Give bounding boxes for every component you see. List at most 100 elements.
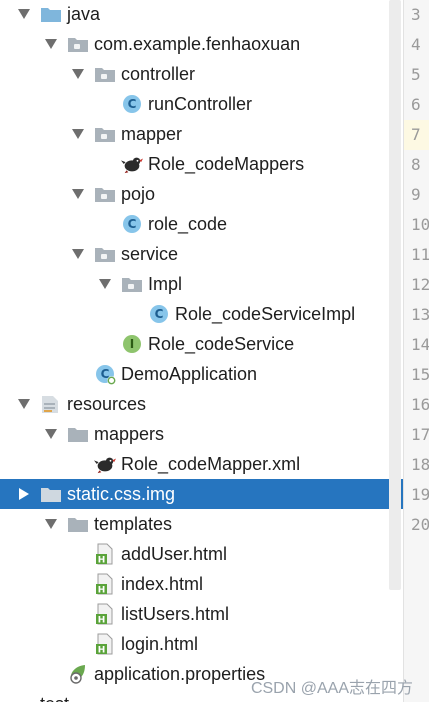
tree-row[interactable]: I Role_codeService: [0, 329, 403, 359]
tree-item-label: Role_codeMappers: [148, 154, 305, 174]
watermark: CSDN @AAA志在四方: [250, 680, 413, 697]
tree-row[interactable]: Crole_code: [0, 209, 403, 239]
tree-row[interactable]: C Role_codeServiceImpl: [0, 299, 403, 329]
tree-row[interactable]: com.example.fenhaoxuan: [0, 29, 403, 59]
folder-gray-icon: [67, 423, 89, 445]
tree-item-label: service: [121, 244, 179, 264]
package-icon: [94, 123, 116, 145]
tree-item-label: Role_codeServiceImpl: [175, 304, 356, 324]
expand-arrow-icon[interactable]: [71, 239, 85, 269]
expand-arrow-icon[interactable]: [44, 419, 58, 449]
line-number: 14: [411, 335, 429, 354]
tree-item-label: Impl: [148, 274, 183, 294]
tree-row[interactable]: java: [0, 0, 403, 29]
line-number: 7: [404, 120, 429, 150]
html-file-icon: H: [94, 603, 116, 625]
tree-item-label: mapper: [121, 124, 183, 144]
tree-item-label: java: [67, 4, 101, 24]
spring-properties-icon: [67, 663, 89, 685]
resources-folder-icon: [40, 393, 62, 415]
tree-item-label: DemoApplication: [121, 364, 258, 384]
tree-item-label: com.example.fenhaoxuan: [94, 34, 301, 54]
html-file-icon: H: [94, 573, 116, 595]
tree-row[interactable]: Hindex.html: [0, 569, 403, 599]
tree-item-label: resources: [67, 394, 147, 414]
svg-text:H: H: [98, 586, 106, 596]
tree-item-label: Role_codeMapper.xml: [121, 454, 301, 474]
tree-row[interactable]: Hlogin.html: [0, 629, 403, 659]
collapse-arrow-icon[interactable]: [17, 479, 31, 509]
tree-item-label: runController: [148, 94, 253, 114]
tree-item-label: role_code: [148, 214, 228, 234]
package-icon: [94, 183, 116, 205]
package-icon: [94, 243, 116, 265]
tree-item-label: test: [40, 689, 69, 702]
class-icon: C: [121, 93, 143, 115]
line-number: 12: [411, 275, 429, 294]
tree-item-label: static.css.img: [67, 484, 176, 504]
mybatis-bird-icon: [121, 153, 143, 175]
expand-arrow-icon[interactable]: [44, 29, 58, 59]
tree-item-label: login.html: [121, 634, 199, 654]
line-number: 15: [411, 365, 429, 384]
expand-arrow-icon[interactable]: [17, 0, 31, 29]
line-number: 4: [411, 35, 421, 54]
svg-text:H: H: [98, 556, 106, 566]
html-file-icon: H: [94, 633, 116, 655]
tree-item-label: pojo: [121, 184, 156, 204]
vertical-scrollbar[interactable]: [389, 0, 401, 590]
tree-item-label: controller: [121, 64, 196, 84]
html-file-icon: H: [94, 543, 116, 565]
tree-row[interactable]: controller: [0, 59, 403, 89]
folder-gray-icon: [67, 513, 89, 535]
expand-arrow-icon[interactable]: [17, 389, 31, 419]
tree-row[interactable]: Role_codeMapper.xml: [0, 449, 403, 479]
tree-row-selected[interactable]: static.css.img: [0, 479, 403, 509]
tree-row[interactable]: mapper: [0, 119, 403, 149]
tree-row[interactable]: Impl: [0, 269, 403, 299]
editor-line-gutter: 3 4 5 6 7 8 9 10 11 12 13 14 15 16 17 18 19 20: [403, 0, 429, 702]
tree-row[interactable]: service: [0, 239, 403, 269]
line-number: 18: [411, 455, 429, 474]
line-number: 19: [411, 485, 429, 504]
line-number: 9: [411, 185, 421, 204]
tree-item-label: Role_codeService: [148, 334, 295, 354]
tree-item-label: addUser.html: [121, 544, 228, 564]
tree-row[interactable]: pojo: [0, 179, 403, 209]
tree-row[interactable]: templates: [0, 509, 403, 539]
class-icon: C: [121, 213, 143, 235]
line-number: 17: [411, 425, 429, 444]
expand-arrow-icon[interactable]: [98, 269, 112, 299]
tree-row[interactable]: CrunController: [0, 89, 403, 119]
package-icon: [121, 273, 143, 295]
line-number: 5: [411, 65, 421, 84]
svg-text:H: H: [98, 616, 106, 626]
folder-blue-icon: [40, 3, 62, 25]
tree-row[interactable]: HlistUsers.html: [0, 599, 403, 629]
line-number: 10: [411, 215, 429, 234]
line-number: 16: [411, 395, 429, 414]
expand-arrow-icon[interactable]: [71, 59, 85, 89]
tree-item-label: index.html: [121, 574, 204, 594]
tree-item-label: listUsers.html: [121, 604, 230, 624]
spring-class-icon: C: [94, 363, 116, 385]
line-number: 3: [411, 5, 421, 24]
tree-row[interactable]: C DemoApplication: [0, 359, 403, 389]
tree-row[interactable]: mappers: [0, 419, 403, 449]
line-number: 20: [411, 515, 429, 534]
folder-gray-icon: [40, 483, 62, 505]
expand-arrow-icon[interactable]: [44, 509, 58, 539]
tree-row[interactable]: Role_codeMappers: [0, 149, 403, 179]
expand-arrow-icon[interactable]: [71, 119, 85, 149]
mybatis-bird-icon: [94, 453, 116, 475]
line-number: 8: [411, 155, 421, 174]
tree-row[interactable]: resources: [0, 389, 403, 419]
tree-item-label: application.properties: [94, 664, 266, 684]
tree-row[interactable]: HaddUser.html: [0, 539, 403, 569]
expand-arrow-icon[interactable]: [71, 179, 85, 209]
tree-item-label: templates: [94, 514, 173, 534]
tree-item-label: mappers: [94, 424, 165, 444]
svg-text:H: H: [98, 646, 106, 656]
line-number: 6: [411, 95, 421, 114]
line-number: 11: [411, 245, 429, 264]
